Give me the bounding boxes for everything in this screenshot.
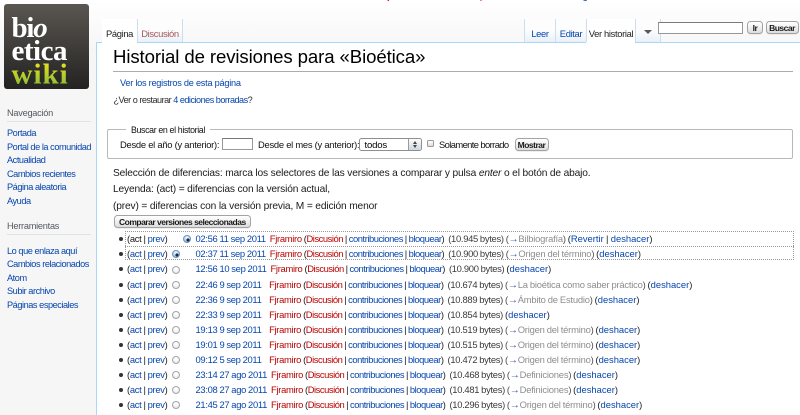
svg-text:wiki: wiki bbox=[12, 59, 69, 90]
